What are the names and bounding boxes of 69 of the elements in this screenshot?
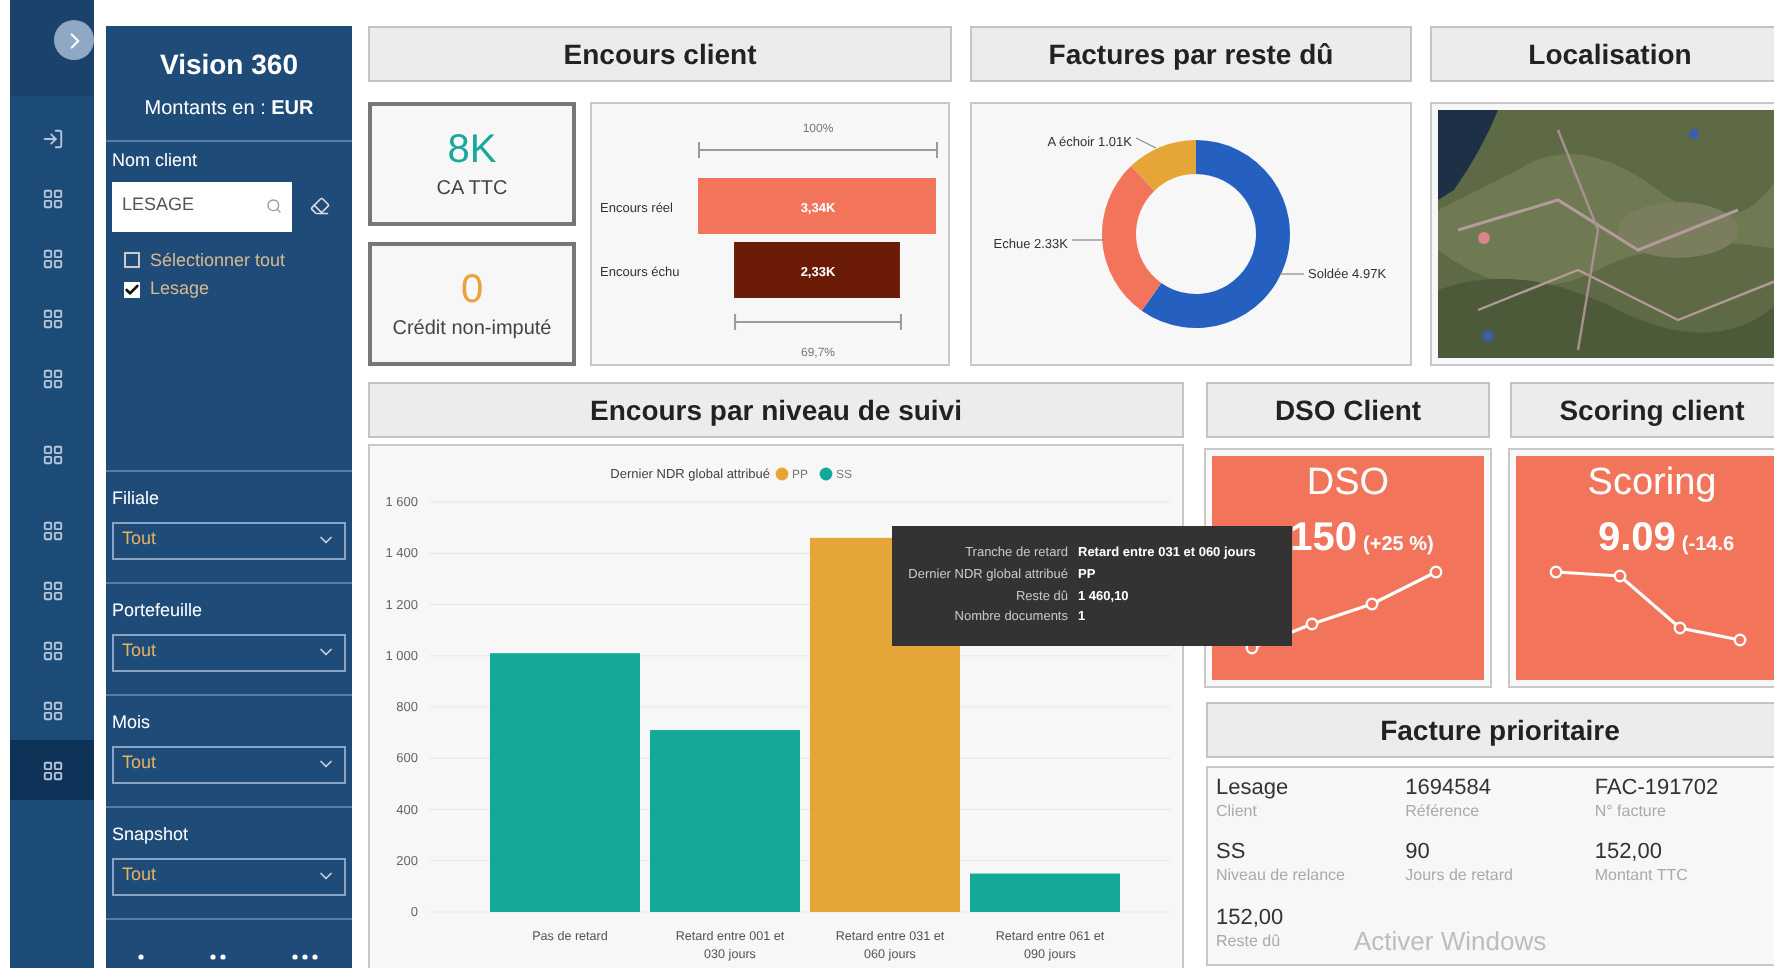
panel-header: DSO Client bbox=[1206, 382, 1490, 438]
checkbox-option[interactable]: Sélectionner tout bbox=[124, 247, 346, 274]
kpi-label: Scoring bbox=[1587, 460, 1717, 508]
grid-icon bbox=[41, 759, 63, 781]
grid-icon bbox=[41, 639, 63, 661]
field-value: 90 bbox=[1405, 840, 1430, 867]
currency-label: Montants en : EUR bbox=[144, 95, 314, 123]
filter-label: Filiale bbox=[112, 486, 162, 512]
field-value: SS bbox=[1216, 840, 1246, 867]
grid-icon bbox=[41, 443, 63, 465]
field-label: Référence bbox=[1405, 802, 1480, 822]
dropdown[interactable]: Tout bbox=[112, 745, 346, 783]
filter-label: Mois bbox=[112, 710, 153, 736]
field-label: Niveau de relance bbox=[1216, 866, 1345, 887]
activation-notice: Activer Windows bbox=[1354, 923, 1547, 959]
kpi-change: (-14.6 bbox=[1681, 532, 1735, 560]
leader-line bbox=[1071, 239, 1105, 241]
grid-icon bbox=[41, 699, 63, 721]
dropdown[interactable]: Tout bbox=[112, 857, 346, 895]
field-value: 152,00 bbox=[1216, 905, 1284, 932]
kpi-label: DSO bbox=[1306, 460, 1390, 508]
field-value: FAC-191702 bbox=[1594, 776, 1719, 802]
kpi-label: Crédit non-imputé bbox=[392, 315, 552, 343]
grid-icon bbox=[41, 579, 63, 601]
panel-header: Encours client bbox=[368, 26, 952, 82]
kpi-value: 8K bbox=[447, 125, 497, 173]
leader-line bbox=[1135, 137, 1157, 149]
panel-header: Facture prioritaire bbox=[1206, 702, 1774, 758]
dropdown[interactable]: Tout bbox=[112, 521, 346, 559]
kpi-value: 9.09 bbox=[1597, 514, 1676, 564]
field-value: Lesage bbox=[1216, 776, 1289, 802]
grid-icon bbox=[41, 187, 63, 209]
search-field[interactable]: LESAGE bbox=[112, 181, 292, 231]
filter-label: Nom client bbox=[112, 148, 200, 174]
search-icon bbox=[266, 198, 282, 214]
check-icon bbox=[124, 281, 140, 298]
dropdown[interactable]: Tout bbox=[112, 633, 346, 671]
field-value: 152,00 bbox=[1594, 840, 1662, 867]
sidebar-title: Vision 360 bbox=[159, 45, 298, 83]
field-label: Reste dû bbox=[1216, 931, 1281, 952]
expand-button[interactable] bbox=[54, 20, 94, 60]
checkbox-option[interactable]: Lesage bbox=[124, 276, 346, 303]
page-dots-icon[interactable] bbox=[209, 954, 229, 960]
grid-icon bbox=[41, 307, 63, 329]
page-button[interactable] bbox=[10, 740, 94, 800]
kpi-value: 0 bbox=[460, 265, 484, 313]
filter-label: Portefeuille bbox=[112, 598, 205, 624]
kpi-change: (+25 %) bbox=[1363, 532, 1434, 560]
grid-icon bbox=[41, 247, 63, 269]
field-label: Client bbox=[1216, 802, 1257, 822]
field-label: N° facture bbox=[1594, 802, 1666, 822]
panel-header: Scoring client bbox=[1510, 382, 1774, 438]
leader-line bbox=[1279, 273, 1305, 275]
panel-header: Localisation bbox=[1430, 26, 1774, 82]
field-label: Montant TTC bbox=[1594, 866, 1688, 887]
eraser-icon[interactable] bbox=[310, 196, 330, 216]
field-value: 1694584 bbox=[1405, 776, 1491, 802]
checkbox[interactable] bbox=[124, 281, 140, 298]
kpi-value: 150 bbox=[1290, 514, 1358, 564]
grid-icon bbox=[41, 367, 63, 389]
grid-icon bbox=[41, 519, 63, 541]
kpi-label: CA TTC bbox=[436, 175, 508, 203]
page-dots-icon[interactable] bbox=[291, 954, 321, 960]
page-dots-icon[interactable] bbox=[137, 954, 147, 960]
enter-icon bbox=[41, 127, 63, 149]
panel-header: Encours par niveau de suivi bbox=[368, 382, 1184, 438]
field-label: Jours de retard bbox=[1405, 866, 1513, 887]
panel-header: Factures par reste dû bbox=[970, 26, 1412, 82]
filter-label: Snapshot bbox=[112, 822, 191, 848]
